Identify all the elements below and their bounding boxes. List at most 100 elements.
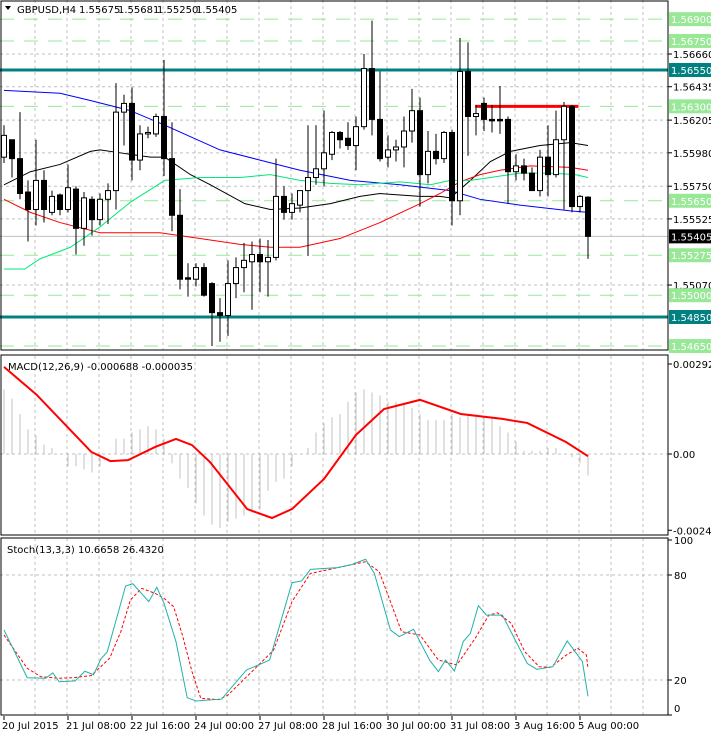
level-price-label: 1.56300 <box>671 102 711 113</box>
bullish-candle-body <box>273 195 279 258</box>
bullish-candle-body <box>513 165 519 173</box>
bearish-candle-body <box>505 118 511 173</box>
main-panel-frame <box>0 0 669 351</box>
bearish-candle-body <box>481 102 487 120</box>
bearish-candle-body <box>345 137 351 147</box>
bullish-candle-body <box>297 190 303 206</box>
bullish-candle-body <box>457 70 463 202</box>
bearish-candle-body <box>41 179 47 210</box>
level-price-label: 1.55650 <box>671 197 711 208</box>
bearish-candle-body <box>129 102 135 161</box>
level-price-label: 1.55275 <box>671 251 711 262</box>
bearish-candle-body <box>281 195 287 213</box>
bearish-candle-body <box>489 118 495 122</box>
bullish-candle-body <box>289 203 295 213</box>
current-price-label: 1.55405 <box>671 232 711 243</box>
bullish-candle-body <box>113 111 119 192</box>
symbol-label: GBPUSD,H4 <box>17 5 76 16</box>
close-value: 1.55405 <box>196 5 237 16</box>
bullish-candle-body <box>65 187 71 210</box>
time-tick-label: 27 Jul 08:00 <box>258 721 318 732</box>
bullish-candle-body <box>361 68 367 128</box>
bullish-candle-body <box>137 133 143 161</box>
stoch-tick-label: 100 <box>674 536 693 547</box>
macd-panel-frame <box>0 354 669 536</box>
bearish-candle-body <box>465 70 471 117</box>
bullish-candle-body <box>153 115 159 135</box>
stoch-panel-frame <box>0 537 669 716</box>
bullish-candle-body <box>305 177 311 192</box>
chart-canvas[interactable]: 1.56660 1.56435 1.56205 1.55980 1.55750 1.555… <box>0 0 711 733</box>
bullish-candle-body <box>49 195 55 213</box>
bullish-candle-body <box>121 102 127 113</box>
chart-header: GBPUSD,H4 1.55675 1.55681 1.55250 1.5540… <box>5 5 237 16</box>
bullish-candle-body <box>409 110 415 132</box>
level-price-label: 1.56900 <box>671 15 711 26</box>
time-tick-label: 22 Jul 16:00 <box>130 721 190 732</box>
bearish-candle-body <box>201 267 207 296</box>
macd-title: MACD(12,26,9) -0.000688 -0.000035 <box>8 362 193 373</box>
price-tick-label: 1.56435 <box>673 83 711 94</box>
bearish-candle-body <box>177 214 183 280</box>
bullish-candle-body <box>193 267 199 280</box>
bullish-candle-body <box>577 195 583 208</box>
price-tick-label: 1.55525 <box>673 215 711 226</box>
stoch-tick-label: 80 <box>674 571 687 582</box>
time-tick-label: 20 Jul 2015 <box>2 721 59 732</box>
bearish-candle-body <box>73 188 79 229</box>
bullish-candle-body <box>329 131 335 155</box>
bearish-candle-body <box>89 198 95 221</box>
bearish-candle-body <box>217 312 223 317</box>
bullish-candle-body <box>353 126 359 147</box>
bearish-candle-body <box>209 283 215 314</box>
bullish-candle-body <box>393 146 399 151</box>
time-tick-label: 30 Jul 00:00 <box>386 721 446 732</box>
bearish-candle-body <box>369 68 375 120</box>
bullish-candle-body <box>561 105 567 141</box>
level-price-label: 1.56550 <box>671 66 711 77</box>
bullish-candle-body <box>401 130 407 148</box>
time-tick-label: 21 Jul 08:00 <box>66 721 126 732</box>
price-tick-label: 1.55980 <box>673 149 711 160</box>
stoch-tick-label: 0 <box>674 704 680 715</box>
collapse-triangle-icon[interactable] <box>5 6 11 10</box>
bullish-candle-body <box>537 156 543 192</box>
bearish-candle-body <box>585 196 591 237</box>
bullish-candle-body <box>425 150 431 176</box>
macd-panel <box>3 366 589 528</box>
level-price-label: 1.54650 <box>671 342 711 353</box>
bullish-candle-body <box>105 190 111 200</box>
bearish-candle-body <box>417 110 423 176</box>
macd-tick-label: 0.00 <box>673 450 695 461</box>
bearish-candle-body <box>337 131 343 141</box>
time-tick-label: 31 Jul 08:00 <box>450 721 510 732</box>
bearish-candle-body <box>521 165 527 174</box>
bearish-candle-body <box>433 150 439 160</box>
bearish-candle-body <box>185 277 191 280</box>
bullish-candle-body <box>97 198 103 221</box>
bullish-candle-body <box>265 256 271 263</box>
level-price-label: 1.55000 <box>671 291 711 302</box>
bullish-candle-body <box>321 152 327 170</box>
bullish-candle-body <box>441 131 447 160</box>
bearish-candle-body <box>377 118 383 160</box>
bearish-candle-body <box>9 139 15 160</box>
bearish-candle-body <box>169 158 175 216</box>
bearish-candle-body <box>161 115 167 160</box>
bullish-candle-body <box>233 267 239 285</box>
time-tick-label: 24 Jul 00:00 <box>194 721 254 732</box>
macd-tick-label: 0.002925 <box>673 360 711 371</box>
stoch-tick-label: 20 <box>674 676 687 687</box>
bullish-candle-body <box>313 168 319 179</box>
bearish-candle-body <box>497 118 503 122</box>
bullish-candle-body <box>1 134 7 158</box>
bearish-candle-body <box>529 172 535 192</box>
price-tick-label: 1.56205 <box>673 116 711 127</box>
bullish-candle-body <box>241 259 247 269</box>
bullish-candle-body <box>33 179 39 210</box>
bullish-candle-body <box>249 254 255 263</box>
price-levels <box>0 18 668 347</box>
bullish-candle-body <box>225 283 231 317</box>
bearish-candle-body <box>57 194 63 210</box>
stoch-title: Stoch(13,3,3) 10.6658 26.4320 <box>7 545 164 556</box>
